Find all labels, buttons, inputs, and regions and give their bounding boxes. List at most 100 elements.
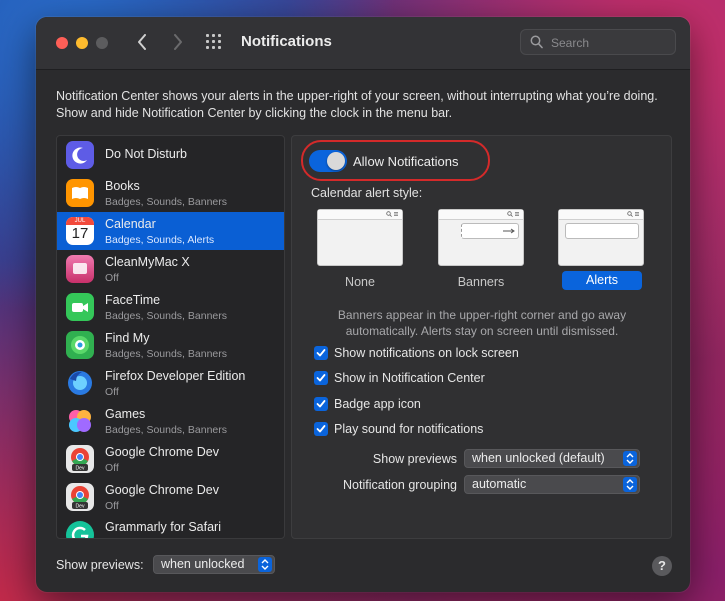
show-all-grid-icon[interactable] [206,34,224,52]
show-previews-value: when unlocked (default) [472,451,605,465]
footer-show-previews-value: when unlocked [161,557,245,571]
alert-preview [565,223,639,239]
notification-grouping-popup[interactable]: automatic [464,475,640,494]
grammarly-icon [66,521,94,538]
app-notification-summary: Badges, Sounds, Banners [105,310,228,322]
chevron-left-icon [138,34,146,50]
alert-style-alerts-option[interactable] [558,209,644,266]
footer-show-previews-label: Show previews: [56,558,144,572]
show-previews-popup[interactable]: when unlocked (default) [464,449,640,468]
preferences-window: Notifications Notification Center shows … [36,17,690,592]
list-item-cleanmymac[interactable]: CleanMyMac X Off [57,250,284,288]
checkbox-label: Play sound for notifications [334,422,484,436]
checkbox-label: Show notifications on lock screen [334,346,519,360]
list-item-google-chrome-dev[interactable]: Dev Google Chrome Dev Off [57,478,284,516]
app-name: Find My [105,331,150,345]
games-icon [66,407,94,435]
list-item-do-not-disturb[interactable]: Do Not Disturb [57,136,284,174]
notification-grouping-value: automatic [472,477,527,491]
list-item-calendar[interactable]: JUL 17 Calendar Badges, Sounds, Alerts [57,212,284,250]
show-previews-label: Show previews [372,452,457,466]
toggle-knob [327,152,345,170]
notification-settings-panel: Allow Notifications Calendar alert style… [291,135,672,539]
app-name: Google Chrome Dev [105,483,219,497]
back-button[interactable] [130,30,154,54]
calendar-icon-day: 17 [71,225,89,242]
notification-grouping-label: Notification grouping [343,478,457,492]
minimize-button[interactable] [76,37,88,49]
app-name: Games [105,407,146,421]
checkbox[interactable] [314,371,328,385]
app-name: Do Not Disturb [105,147,187,161]
svg-text:Dev: Dev [76,466,85,472]
checkbox[interactable] [314,346,328,360]
checkmark-icon [316,425,326,433]
facetime-icon [66,293,94,321]
calendar-icon-month: JUL [66,217,94,225]
alert-style-alerts-label: Alerts [586,273,618,287]
checkbox[interactable] [314,422,328,436]
list-item-grammarly-for-safari[interactable]: Grammarly for Safari [57,516,284,538]
app-name: FaceTime [105,293,161,307]
cleanmymac-icon [66,255,94,283]
chevron-updown-icon [258,557,272,572]
app-notification-summary: Off [105,500,119,512]
app-notification-summary: Badges, Sounds, Banners [105,424,228,436]
zoom-button[interactable] [96,37,108,49]
footer-show-previews-popup[interactable]: when unlocked [153,555,275,574]
checkmark-icon [316,349,326,357]
search-field[interactable] [520,29,676,55]
alert-style-banners-label[interactable]: Banners [438,275,524,289]
forward-button[interactable] [166,30,190,54]
list-item-games[interactable]: Games Badges, Sounds, Banners [57,402,284,440]
checkmark-icon [316,374,326,382]
list-item-facetime[interactable]: FaceTime Badges, Sounds, Banners [57,288,284,326]
arrow-right-icon [503,228,515,234]
app-notification-summary: Badges, Sounds, Banners [105,348,228,360]
checkbox[interactable] [314,397,328,411]
search-input[interactable] [549,33,671,53]
list-item-find-my[interactable]: Find My Badges, Sounds, Banners [57,326,284,364]
chrome-dev-icon: Dev [66,445,94,473]
chevron-updown-icon [623,477,637,492]
calendar-icon: JUL 17 [66,217,94,245]
search-icon [627,211,633,217]
chrome-dev-icon: Dev [66,483,94,511]
search-icon [507,211,513,217]
help-button[interactable]: ? [652,556,672,576]
app-notification-summary: Off [105,386,119,398]
alert-style-alerts-selected[interactable]: Alerts [562,271,642,290]
menu-icon [394,212,398,216]
list-item-firefox-developer-edition[interactable]: Firefox Developer Edition Off [57,364,284,402]
moon-icon [66,141,94,169]
alert-style-banners-option[interactable] [438,209,524,266]
app-name: Firefox Developer Edition [105,369,246,383]
menu-icon [635,212,639,216]
search-icon [530,35,543,49]
list-item-books[interactable]: Books Badges, Sounds, Banners [57,174,284,212]
chevron-updown-icon [623,451,637,466]
menu-icon [515,212,519,216]
allow-notifications-label: Allow Notifications [353,154,459,169]
app-notification-summary: Off [105,272,119,284]
findmy-icon [66,331,94,359]
svg-text:Dev: Dev [76,504,85,510]
window-title: Notifications [241,33,332,50]
banner-preview [461,223,519,239]
list-item-google-chrome-dev[interactable]: Dev Google Chrome Dev Off [57,440,284,478]
app-name: Calendar [105,217,156,231]
app-list[interactable]: Do Not Disturb Books Badges, Sounds, Ban… [56,135,285,539]
app-notification-summary: Badges, Sounds, Alerts [105,234,215,246]
firefox-icon [66,369,94,397]
books-icon [66,179,94,207]
alert-style-none-label[interactable]: None [317,275,403,289]
app-name: Grammarly for Safari [105,520,221,534]
app-notification-summary: Off [105,462,119,474]
alert-style-none-option[interactable] [317,209,403,266]
app-name: Books [105,179,140,193]
allow-notifications-toggle[interactable] [309,150,347,172]
notification-center-description: Notification Center shows your alerts in… [56,89,658,120]
close-button[interactable] [56,37,68,49]
checkmark-icon [316,400,326,408]
search-icon [386,211,392,217]
